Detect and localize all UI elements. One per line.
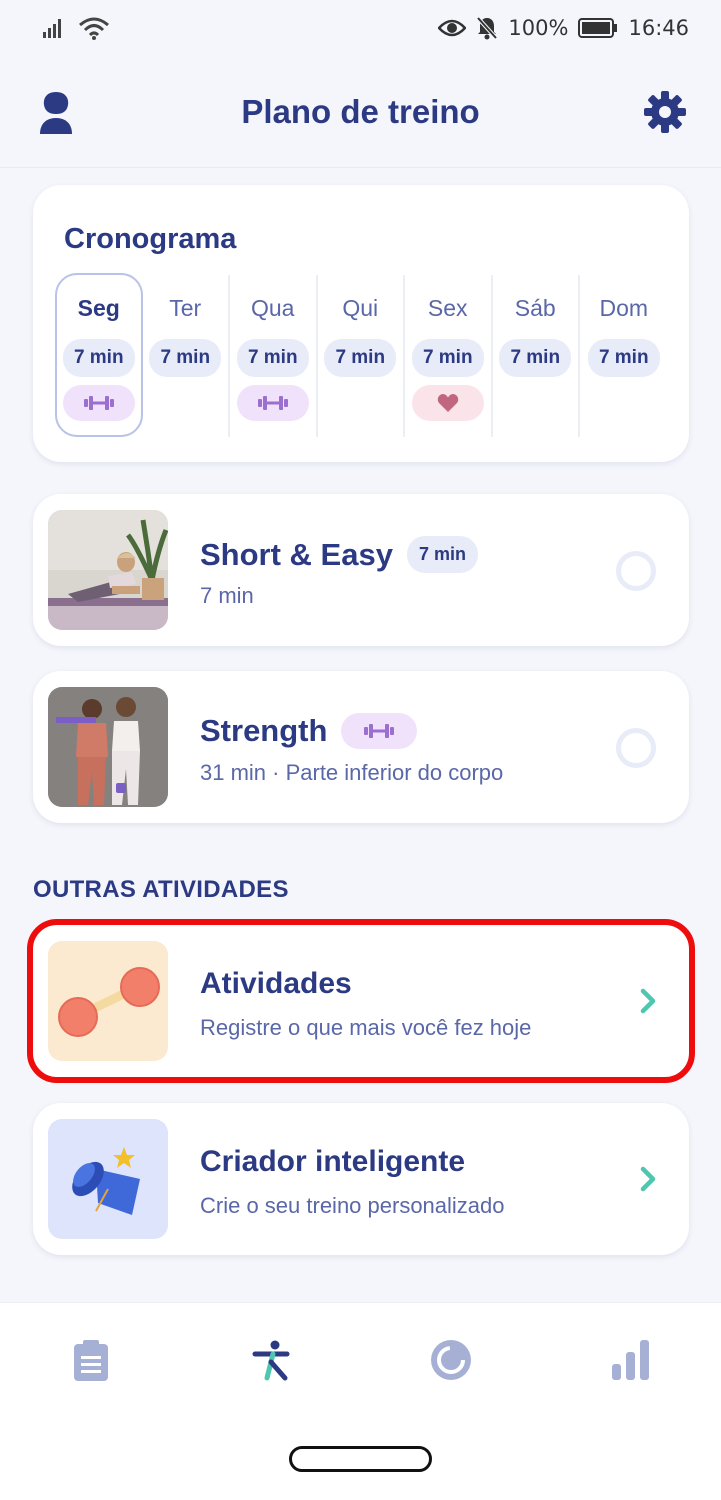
duration-pill: 7 min: [411, 339, 484, 377]
duration-badge: 7 min: [406, 536, 478, 573]
workout-card-strength[interactable]: Strength 31 min · Parte inferior do corp…: [33, 671, 689, 823]
stats-bar-icon[interactable]: [609, 1338, 653, 1382]
creator-title: Criador inteligente: [200, 1145, 466, 1178]
day-name: Qua: [251, 295, 295, 321]
dumbbell-icon: [364, 724, 395, 738]
signal-icon: [43, 19, 61, 38]
strength-badge: [341, 713, 418, 749]
week-days: Seg 7 min Ter 7 min Qua 7 min Qui 7 min …: [55, 273, 668, 437]
activities-thumbnail: [48, 941, 168, 1061]
day-sex[interactable]: Sex 7 min: [405, 275, 493, 437]
activities-card[interactable]: Atividades Registre o que mais você fez …: [27, 919, 695, 1083]
activities-title: Atividades: [200, 967, 352, 1000]
chevron-right-icon: [640, 1166, 656, 1192]
duration-pill: 7 min: [587, 339, 660, 377]
status-bar: 100% 16:46: [0, 0, 721, 56]
day-ter[interactable]: Ter 7 min: [143, 275, 230, 437]
completion-radio[interactable]: [616, 728, 656, 768]
battery-icon: [578, 18, 618, 38]
day-sab[interactable]: Sáb 7 min: [493, 275, 580, 437]
bottom-navigation: [0, 1302, 721, 1500]
chevron-right-icon: [640, 988, 656, 1014]
day-name: Sex: [427, 295, 468, 321]
day-name: Dom: [599, 295, 649, 321]
workout-icon[interactable]: [249, 1338, 293, 1382]
clipboard-icon[interactable]: [69, 1338, 113, 1382]
clock: 16:46: [628, 16, 689, 40]
other-activities-label: OUTRAS ATIVIDADES: [33, 876, 289, 903]
duration-pill: 7 min: [499, 339, 572, 377]
day-qui[interactable]: Qui 7 min: [318, 275, 405, 437]
day-qua[interactable]: Qua 7 min: [230, 275, 318, 437]
heart-icon: [437, 394, 458, 412]
profile-icon[interactable]: [36, 90, 76, 134]
gear-icon[interactable]: [643, 90, 687, 134]
day-name: Seg: [77, 295, 120, 321]
page-title: Plano de treino: [241, 92, 480, 130]
duration-pill: 7 min: [324, 339, 397, 377]
bell-muted-icon: [476, 16, 498, 40]
day-seg[interactable]: Seg 7 min: [55, 273, 143, 437]
activities-subtitle: Registre o que mais você fez hoje: [200, 1015, 532, 1040]
schedule-title: Cronograma: [64, 223, 237, 255]
eye-icon: [438, 19, 467, 37]
workout-title: Short & Easy: [200, 536, 393, 572]
duration-pill: 7 min: [236, 339, 309, 377]
dumbbell-icon: [83, 396, 114, 410]
workout-subtitle: 7 min: [200, 583, 254, 608]
dumbbell-icon: [257, 396, 288, 410]
creator-thumbnail: [48, 1119, 168, 1239]
workout-thumbnail: [48, 510, 168, 630]
duration-pill: 7 min: [149, 339, 222, 377]
workout-thumbnail: [48, 687, 168, 807]
duration-pill: 7 min: [62, 339, 135, 377]
schedule-card: Cronograma Seg 7 min Ter 7 min Qua 7 min…: [33, 185, 689, 462]
workout-title: Strength: [200, 713, 328, 748]
home-indicator[interactable]: [289, 1446, 432, 1472]
app-header: Plano de treino: [0, 56, 721, 168]
smart-creator-card[interactable]: Criador inteligente Crie o seu treino pe…: [33, 1103, 689, 1255]
heart-tag: [411, 385, 484, 421]
strength-tag: [62, 385, 135, 421]
battery-percent: 100%: [508, 16, 569, 40]
wifi-icon: [79, 17, 109, 40]
workout-title-row: Strength: [200, 713, 418, 749]
day-name: Qui: [342, 295, 379, 321]
completion-radio[interactable]: [616, 551, 656, 591]
strength-tag: [236, 385, 309, 421]
workout-card-short-easy[interactable]: Short & Easy 7 min 7 min: [33, 494, 689, 646]
creator-subtitle: Crie o seu treino personalizado: [200, 1193, 505, 1218]
day-name: Ter: [169, 295, 202, 321]
workout-title-row: Short & Easy 7 min: [200, 536, 478, 573]
workout-subtitle: 31 min · Parte inferior do corpo: [200, 760, 504, 785]
day-dom[interactable]: Dom 7 min: [580, 275, 668, 437]
day-name: Sáb: [514, 295, 556, 321]
progress-timer-icon[interactable]: [429, 1338, 473, 1382]
